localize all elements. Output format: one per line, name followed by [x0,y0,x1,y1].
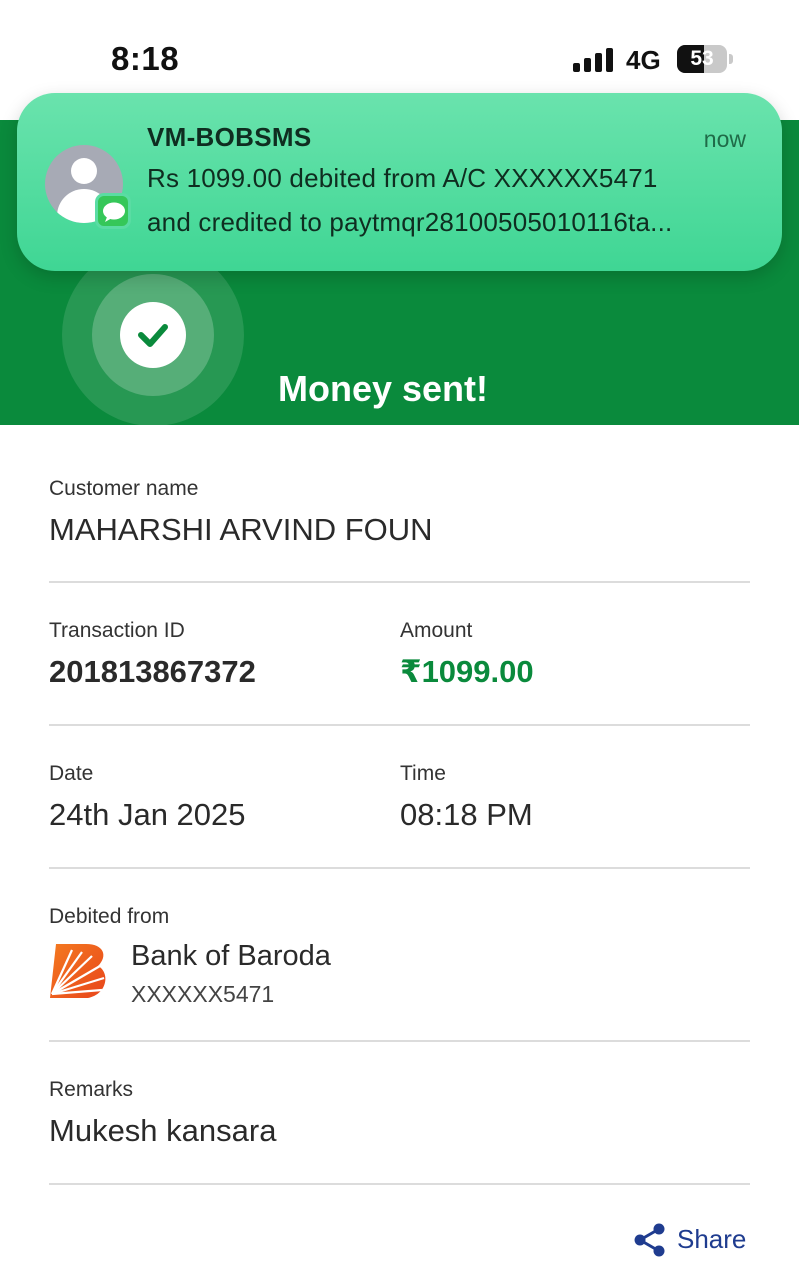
bank-account-number: XXXXXX5471 [131,981,275,1007]
customer-name-label: Customer name [49,477,199,500]
sms-notification-banner[interactable]: VM-BOBSMS now Rs 1099.00 debited from A/… [17,93,782,271]
notification-sender: VM-BOBSMS [147,122,312,152]
time-value: 08:18 PM [400,797,533,832]
signal-icon [573,48,613,72]
notification-body-line-2: and credited to paytmqr28100505010116ta.… [147,207,673,237]
date-value: 24th Jan 2025 [49,797,246,832]
network-type: 4G [626,45,661,75]
notification-body-line-1: Rs 1099.00 debited from A/C XXXXXX5471 [147,163,658,193]
divider [49,1183,750,1185]
bank-name: Bank of Baroda [131,940,331,972]
amount-value: ₹1099.00 [400,654,534,689]
transaction-id-label: Transaction ID [49,619,185,642]
divider [49,724,750,726]
bank-of-baroda-logo-icon [50,944,106,998]
customer-name-value: MAHARSHI ARVIND FOUN [49,512,433,547]
divider [49,1040,750,1042]
divider [49,581,750,583]
checkmark-icon [120,302,186,368]
header-title: Money sent! [278,368,489,409]
remarks-label: Remarks [49,1078,134,1101]
divider [49,867,750,869]
notification-time: now [703,126,746,152]
remarks-value: Mukesh kansara [49,1113,277,1148]
share-icon [634,1223,665,1257]
messages-icon [95,193,131,229]
transaction-id-value: 201813867372 [49,654,256,689]
status-time: 8:18 [111,40,180,77]
share-button[interactable]: Share [632,1218,752,1262]
time-label: Time [400,762,446,785]
share-label: Share [677,1224,747,1254]
battery-icon: 53 [677,45,733,73]
amount-label: Amount [400,619,473,642]
battery-level: 53 [690,47,714,70]
date-label: Date [49,762,94,785]
debited-from-label: Debited from [49,905,170,928]
